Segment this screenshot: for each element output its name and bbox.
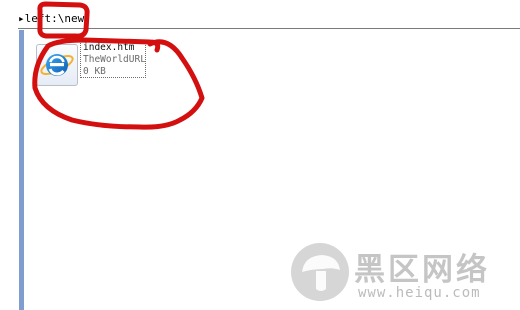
annotation-box-top [37,1,90,39]
mushroom-logo-icon [291,243,349,301]
watermark-title: 黑区网络 [354,252,490,288]
watermark: 黑区网络 www.heiqu.com [290,242,520,310]
watermark-url: www.heiqu.com [358,285,481,301]
annotation-loop-file [32,37,205,130]
